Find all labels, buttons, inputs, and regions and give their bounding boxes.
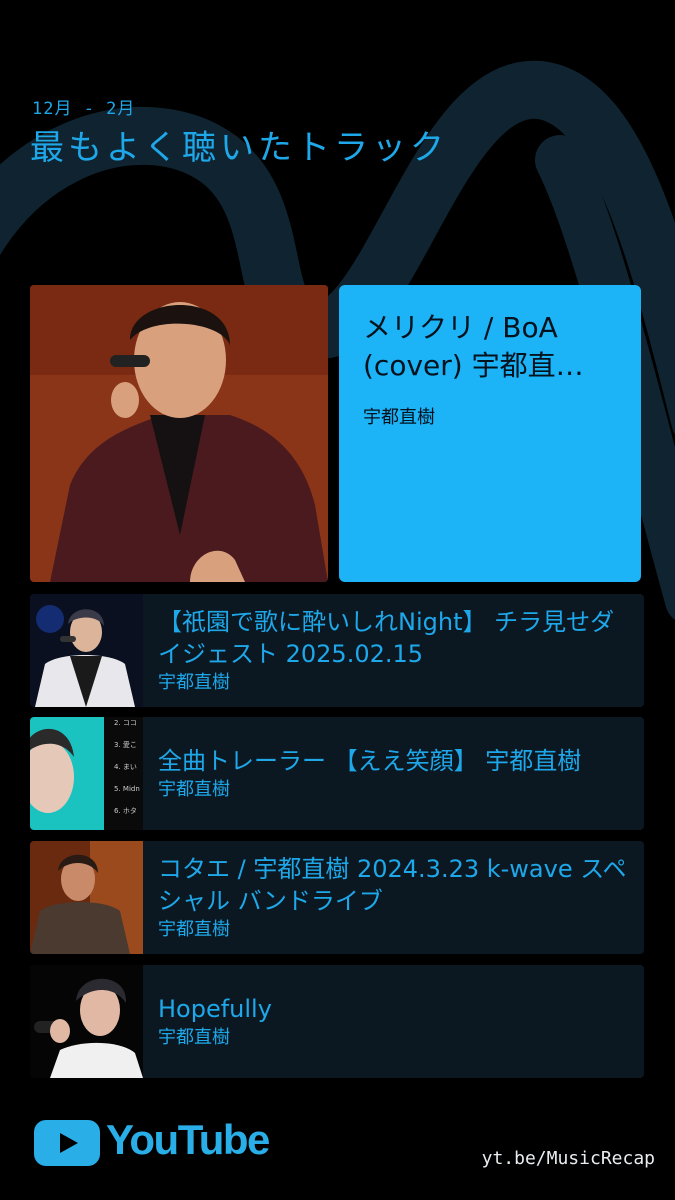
singer-photo-image [30, 285, 328, 582]
track-row[interactable]: コタエ / 宇都直樹 2024.3.23 k-wave スペシャル バンドライブ… [30, 841, 644, 954]
youtube-logo-text: YouTube [106, 1116, 270, 1163]
list-line: 6. ホタ [114, 806, 137, 815]
page-title: 最もよく聴いたトラック [30, 128, 448, 168]
list-line: 4. まい [114, 763, 137, 771]
track-artist: 宇都直樹 [158, 1026, 230, 1048]
track-title: Hopefully [158, 994, 272, 1023]
top-track-title: メリクリ / BoA (cover) 宇都直… [363, 311, 584, 382]
track-title: コタエ / 宇都直樹 2024.3.23 k-wave スペシャル バンドライブ [158, 854, 627, 915]
list-line: 5. Midn [114, 785, 140, 793]
track-row[interactable]: 【祇園で歌に酔いしれNight】 チラ見せダイジェスト 2025.02.15 宇… [30, 594, 644, 707]
track-row[interactable]: 2. ココ 3. 愛こ 4. まい 5. Midn 6. ホタ 全曲トレーラー … [30, 717, 644, 830]
youtube-play-icon [34, 1120, 100, 1166]
track-artist: 宇都直樹 [158, 918, 230, 940]
track-row[interactable]: Hopefully 宇都直樹 [30, 965, 644, 1078]
music-recap-link[interactable]: yt.be/MusicRecap [482, 1148, 655, 1169]
track-thumbnail [30, 965, 143, 1078]
period-label: 12月 - 2月 [32, 99, 136, 119]
recap-page: 12月 - 2月 最もよく聴いたトラック メリクリ / BoA (cover) … [0, 0, 675, 1200]
track-title: 全曲トレーラー 【ええ笑顔】 宇都直樹 [158, 746, 582, 775]
top-track-thumbnail[interactable] [30, 285, 328, 582]
list-line: 2. ココ [114, 719, 137, 727]
track-artist: 宇都直樹 [158, 778, 230, 800]
track-artist: 宇都直樹 [158, 671, 230, 693]
track-thumbnail: 2. ココ 3. 愛こ 4. まい 5. Midn 6. ホタ [30, 717, 143, 830]
track-thumbnail [30, 594, 143, 707]
track-title: 【祇園で歌に酔いしれNight】 チラ見せダイジェスト 2025.02.15 [158, 607, 615, 668]
top-track-artist: 宇都直樹 [363, 407, 435, 428]
list-line: 3. 愛こ [114, 740, 137, 749]
track-thumbnail [30, 841, 143, 954]
top-track-card[interactable]: メリクリ / BoA (cover) 宇都直… 宇都直樹 [339, 285, 641, 582]
